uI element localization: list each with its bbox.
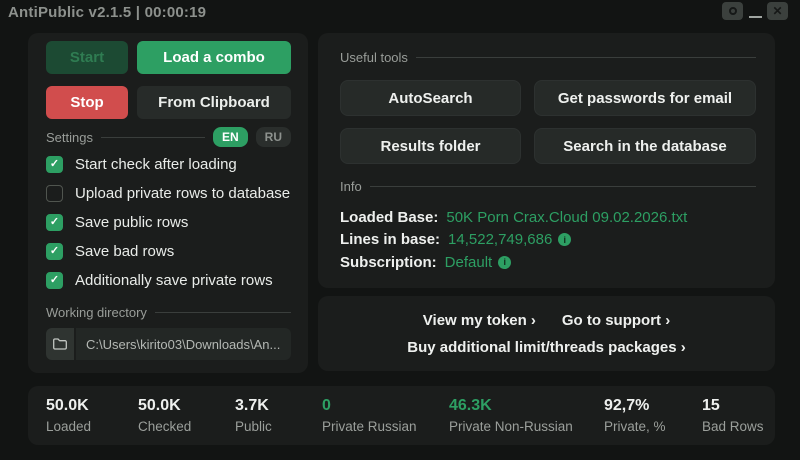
checkbox-label: Additionally save private rows [75,272,273,289]
lines-in-base-label: Lines in base: [340,231,441,249]
working-directory-path[interactable]: C:\Users\kirito03\Downloads\An... [76,328,291,360]
lines-in-base-row: Lines in base: 14,522,749,686 i [340,229,756,252]
subscription-value: Default [444,253,493,271]
circle-window-button[interactable] [722,2,743,20]
divider [415,56,756,58]
stat-value: 0 [322,397,331,414]
loaded-base-label: Loaded Base: [340,208,439,226]
window-title: AntiPublic v2.1.5 | 00:00:19 [8,4,207,21]
stat-value: 46.3K [449,397,492,414]
stat-value: 15 [702,397,720,414]
checkbox-additionally-save-private-rows[interactable]: Additionally save private rows [46,272,291,289]
links-panel: View my token › Go to support › Buy addi… [318,296,775,371]
stat-private-russian: 0 Private Russian [322,397,417,434]
useful-tools-header: Useful tools [340,47,756,67]
minimize-icon[interactable] [749,16,762,18]
info-icon[interactable]: i [558,233,572,247]
circle-icon [728,7,737,15]
settings-label: Settings [46,129,93,145]
info-rows: Loaded Base: 50K Porn Crax.Cloud 09.02.2… [340,206,756,274]
divider [100,136,205,138]
stat-private-percent: 92,7% Private, % [604,397,666,434]
checkbox-label: Upload private rows to database [75,185,291,202]
language-en-toggle[interactable]: EN [212,127,248,147]
stat-label: Private Russian [322,419,417,434]
checkbox-save-bad-rows[interactable]: Save bad rows [46,243,291,260]
links-row: View my token › Go to support › [423,312,670,329]
browse-folder-button[interactable] [46,328,76,360]
stats-bar: 50.0K Loaded 50.0K Checked 3.7K Public 0… [28,386,775,445]
support-link[interactable]: Go to support › [562,312,670,329]
useful-tools-label: Useful tools [340,49,408,65]
get-passwords-button[interactable]: Get passwords for email [534,80,756,116]
stat-value: 50.0K [138,397,181,414]
links-row: Buy additional limit/threads packages › [407,339,685,356]
close-icon: ✕ [772,4,783,18]
results-folder-button[interactable]: Results folder [340,128,521,164]
stat-label: Bad Rows [702,419,764,434]
checkbox-label: Save public rows [75,214,189,231]
working-directory-header: Working directory [46,302,291,322]
stat-public: 3.7K Public [235,397,272,434]
language-ru-toggle[interactable]: RU [255,127,291,147]
settings-header: Settings EN RU [46,127,291,147]
tools-panel: Useful tools AutoSearch Get passwords fo… [318,33,775,288]
view-token-link[interactable]: View my token › [423,312,536,329]
titlebar: AntiPublic v2.1.5 | 00:00:19 ✕ [0,0,800,26]
stat-label: Public [235,419,272,434]
loaded-base-row: Loaded Base: 50K Porn Crax.Cloud 09.02.2… [340,206,756,229]
buy-packages-link[interactable]: Buy additional limit/threads packages › [407,339,685,356]
autosearch-button[interactable]: AutoSearch [340,80,521,116]
stat-checked: 50.0K Checked [138,397,191,434]
stat-private-non-russian: 46.3K Private Non-Russian [449,397,573,434]
divider [154,311,291,313]
stat-loaded: 50.0K Loaded [46,397,91,434]
working-directory-label: Working directory [46,304,147,320]
stop-button[interactable]: Stop [46,86,128,119]
action-buttons: Start Load a combo Stop From Clipboard [46,41,291,119]
stat-value: 3.7K [235,397,269,414]
info-icon[interactable]: i [498,255,512,269]
subscription-label: Subscription: [340,253,437,271]
loaded-base-value: 50K Porn Crax.Cloud 09.02.2026.txt [446,208,688,226]
lines-in-base-value: 14,522,749,686 [448,231,553,249]
checkbox-icon[interactable] [46,272,63,289]
checkbox-icon[interactable] [46,156,63,173]
stat-label: Private Non-Russian [449,419,573,434]
start-button[interactable]: Start [46,41,128,74]
close-button[interactable]: ✕ [767,2,788,20]
stat-bad-rows: 15 Bad Rows [702,397,764,434]
working-directory-field: C:\Users\kirito03\Downloads\An... [46,328,291,360]
stat-value: 92,7% [604,397,650,414]
checkbox-start-check-after-loading[interactable]: Start check after loading [46,156,291,173]
stat-value: 50.0K [46,397,89,414]
checkbox-icon[interactable] [46,243,63,260]
stat-label: Loaded [46,419,92,434]
checkbox-save-public-rows[interactable]: Save public rows [46,214,291,231]
load-combo-button[interactable]: Load a combo [137,41,291,74]
subscription-row: Subscription: Default i [340,251,756,274]
stat-label: Checked [138,419,192,434]
checkbox-upload-private-rows[interactable]: Upload private rows to database [46,185,291,202]
checkbox-label: Start check after loading [75,156,237,173]
divider [369,185,756,187]
folder-icon [53,338,67,350]
control-panel: Start Load a combo Stop From Clipboard S… [28,33,308,373]
settings-checkboxes: Start check after loading Upload private… [46,156,291,289]
checkbox-icon[interactable] [46,214,63,231]
search-database-button[interactable]: Search in the database [534,128,756,164]
checkbox-icon[interactable] [46,185,63,202]
checkbox-label: Save bad rows [75,243,175,260]
tool-buttons: AutoSearch Get passwords for email Resul… [340,80,756,164]
info-label: Info [340,178,362,194]
stat-label: Private, % [604,419,666,434]
info-header: Info [340,176,756,196]
from-clipboard-button[interactable]: From Clipboard [137,86,291,119]
